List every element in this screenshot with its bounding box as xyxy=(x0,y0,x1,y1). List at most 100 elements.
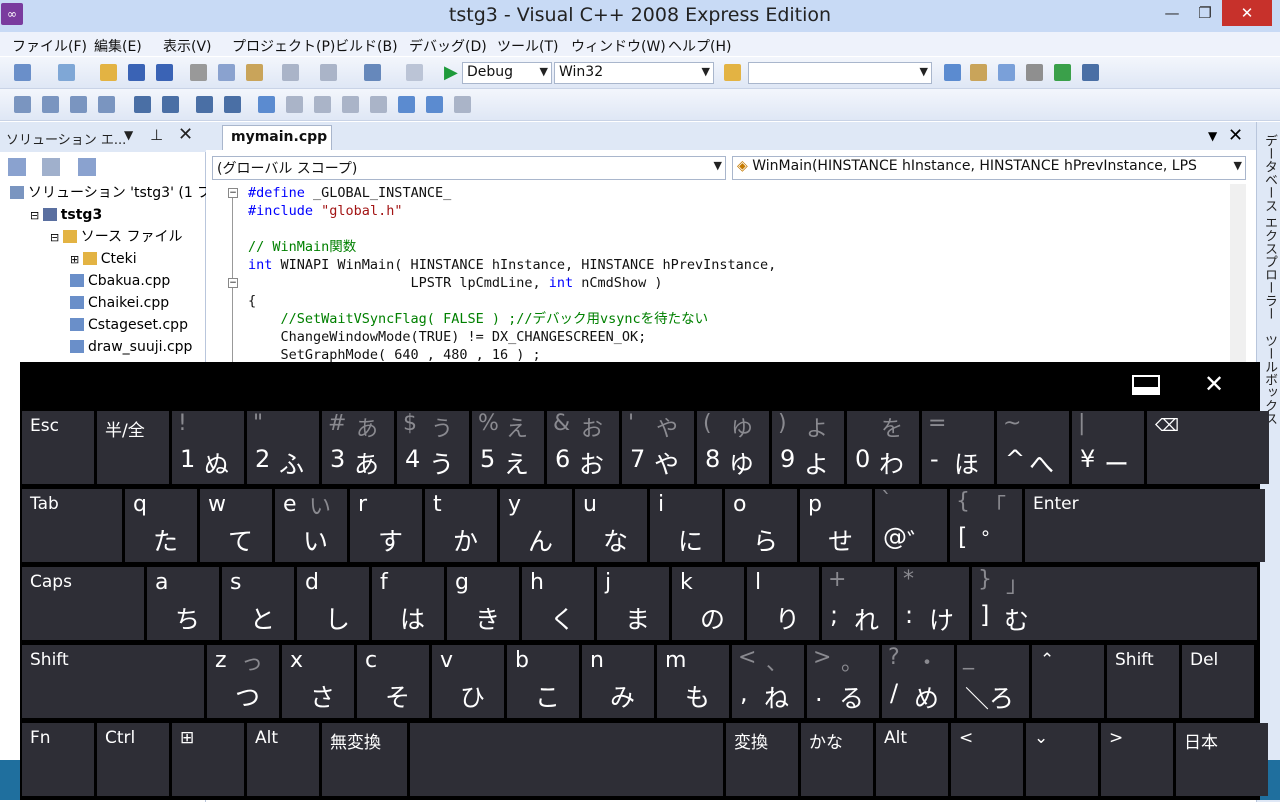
keyboard-key[interactable]: cそ xyxy=(357,645,429,718)
copy-icon[interactable] xyxy=(218,64,235,81)
menu-item[interactable]: ツール(T) xyxy=(497,36,558,56)
tree-item[interactable]: Cstageset.cpp xyxy=(70,314,188,336)
outdent-icon[interactable] xyxy=(134,96,151,113)
keyboard-key[interactable]: *: け xyxy=(897,567,969,640)
keyboard-key[interactable]: ? ・ / め xyxy=(882,645,954,718)
refresh-icon[interactable] xyxy=(78,158,96,176)
keyboard-key[interactable]: ` @ ゛ xyxy=(875,489,947,562)
code-editor[interactable]: (グローバル スコープ) ▼ ◈ WinMain(HINSTANCE hInsta… xyxy=(206,150,1256,370)
menu-item[interactable]: ウィンドウ(W) xyxy=(571,36,666,56)
tree-item[interactable]: Cbakua.cpp xyxy=(70,270,170,292)
keyboard-key[interactable]: = - ほ xyxy=(922,411,994,484)
chevron-down-icon[interactable]: ▼ xyxy=(124,128,133,142)
keyboard-key[interactable]: 半/全 xyxy=(97,411,169,484)
keyboard-key[interactable]: _ ＼ ろ xyxy=(957,645,1029,718)
keyboard-key[interactable]: wて xyxy=(200,489,272,562)
keyboard-key[interactable]: kの xyxy=(672,567,744,640)
bookmark-icon[interactable] xyxy=(258,96,275,113)
keyboard-key[interactable]: 無変換 xyxy=(322,723,407,796)
keyboard-key[interactable]: uな xyxy=(575,489,647,562)
redo-icon[interactable] xyxy=(320,64,337,81)
keyboard-close-icon[interactable]: ✕ xyxy=(1204,370,1224,398)
keyboard-key[interactable]: lり xyxy=(747,567,819,640)
collapse-icon[interactable]: − xyxy=(228,278,238,288)
prev-bookmark-doc-icon[interactable] xyxy=(398,96,415,113)
window-icon[interactable] xyxy=(406,64,423,81)
keyboard-key[interactable]: 変換 xyxy=(726,723,798,796)
expand-icon[interactable]: ⊟ xyxy=(30,209,43,222)
keyboard-key[interactable]: qた xyxy=(125,489,197,562)
keyboard-key[interactable]: % え 5 え xyxy=(472,411,544,484)
keyboard-key[interactable]: Tab xyxy=(22,489,122,562)
keyboard-key[interactable]: xさ xyxy=(282,645,354,718)
start-page-icon[interactable] xyxy=(1054,64,1071,81)
member-list-icon[interactable] xyxy=(14,96,31,113)
keyboard-key[interactable]: Fn xyxy=(22,723,94,796)
tree-item[interactable]: ⊟ ソース ファイル xyxy=(50,226,182,248)
expand-icon[interactable]: ⊞ xyxy=(70,253,83,266)
keyboard-key[interactable]: nみ xyxy=(582,645,654,718)
next-bookmark-doc-icon[interactable] xyxy=(426,96,443,113)
keyboard-key[interactable]: Caps xyxy=(22,567,144,640)
keyboard-key[interactable]: (ゆ 8 ゆ xyxy=(697,411,769,484)
keyboard-key[interactable]: っzつ xyxy=(207,645,279,718)
keyboard-key[interactable]: Alt xyxy=(247,723,319,796)
menu-item[interactable]: プロジェクト(P) xyxy=(232,36,335,56)
uncomment-icon[interactable] xyxy=(224,96,241,113)
keyboard-key[interactable]: tか xyxy=(425,489,497,562)
menu-item[interactable]: ビルド(B) xyxy=(335,36,398,56)
tree-item[interactable]: Chaikei.cpp xyxy=(70,292,169,314)
keyboard-key[interactable]: {「 [゜ xyxy=(950,489,1022,562)
menu-item[interactable]: 表示(V) xyxy=(163,36,212,56)
properties-icon[interactable] xyxy=(8,158,26,176)
keyboard-key[interactable]: $ う 4 う xyxy=(397,411,469,484)
keyboard-key[interactable]: iに xyxy=(650,489,722,562)
keyboard-key[interactable]: Shift xyxy=(1107,645,1179,718)
enter-key-extension[interactable] xyxy=(1037,567,1257,640)
keyboard-key[interactable]: Enter xyxy=(1025,489,1265,562)
start-debug-icon[interactable]: ▶ xyxy=(444,62,458,83)
dock-icon[interactable] xyxy=(1132,375,1160,395)
tab-mymain-cpp[interactable]: mymain.cpp xyxy=(222,125,332,150)
close-icon[interactable]: ✕ xyxy=(178,124,193,145)
keyboard-key[interactable]: ' や 7 や xyxy=(622,411,694,484)
find-icon[interactable] xyxy=(944,64,961,81)
keyboard-key[interactable]: gき xyxy=(447,567,519,640)
keyboard-key[interactable]: +; れ xyxy=(822,567,894,640)
keyboard-key[interactable]: Del xyxy=(1182,645,1254,718)
keyboard-key[interactable]: hく xyxy=(522,567,594,640)
keyboard-key[interactable]: pせ xyxy=(800,489,872,562)
tree-item[interactable]: ⊟ tstg3 xyxy=(30,204,102,226)
tree-item[interactable]: ソリューション 'tstg3' (1 プロ xyxy=(10,182,225,204)
keyboard-key[interactable]: ⌫ xyxy=(1147,411,1269,484)
chevron-down-icon[interactable]: ▼ xyxy=(1208,129,1217,143)
undo-icon[interactable] xyxy=(282,64,299,81)
tree-item[interactable]: ⊞ Cteki xyxy=(70,248,137,270)
keyboard-key[interactable]: いeい xyxy=(275,489,347,562)
keyboard-key[interactable]: > 。. る xyxy=(807,645,879,718)
navigate-icon[interactable] xyxy=(364,64,381,81)
keyboard-key[interactable]: yん xyxy=(500,489,572,562)
keyboard-key[interactable]: ) よ 9 よ xyxy=(772,411,844,484)
complete-word-icon[interactable] xyxy=(98,96,115,113)
prev-bookmark-folder-icon[interactable] xyxy=(342,96,359,113)
keyboard-key[interactable]: < xyxy=(951,723,1023,796)
keyboard-key[interactable]: ! 1 ぬ xyxy=(172,411,244,484)
keyboard-key[interactable]: かな xyxy=(801,723,873,796)
keyboard-key[interactable]: 日本 xyxy=(1176,723,1268,796)
pin-icon[interactable]: ⊥ xyxy=(150,126,163,144)
parameter-info-icon[interactable] xyxy=(42,96,59,113)
keyboard-key[interactable]: ⌃ xyxy=(1032,645,1104,718)
indent-icon[interactable] xyxy=(162,96,179,113)
restore-button[interactable]: ❐ xyxy=(1190,0,1220,26)
keyboard-key[interactable]: Alt xyxy=(876,723,948,796)
keyboard-key[interactable]: } 」] む xyxy=(972,567,1043,640)
command-window-icon[interactable] xyxy=(1082,64,1099,81)
find-input[interactable]: ▼ xyxy=(748,62,932,84)
vertical-scrollbar[interactable] xyxy=(1230,184,1246,370)
open-icon[interactable] xyxy=(100,64,117,81)
keyboard-key[interactable]: dし xyxy=(297,567,369,640)
properties-icon[interactable] xyxy=(970,64,987,81)
close-button[interactable]: ✕ xyxy=(1222,0,1272,26)
keyboard-key[interactable]: < 、, ね xyxy=(732,645,804,718)
